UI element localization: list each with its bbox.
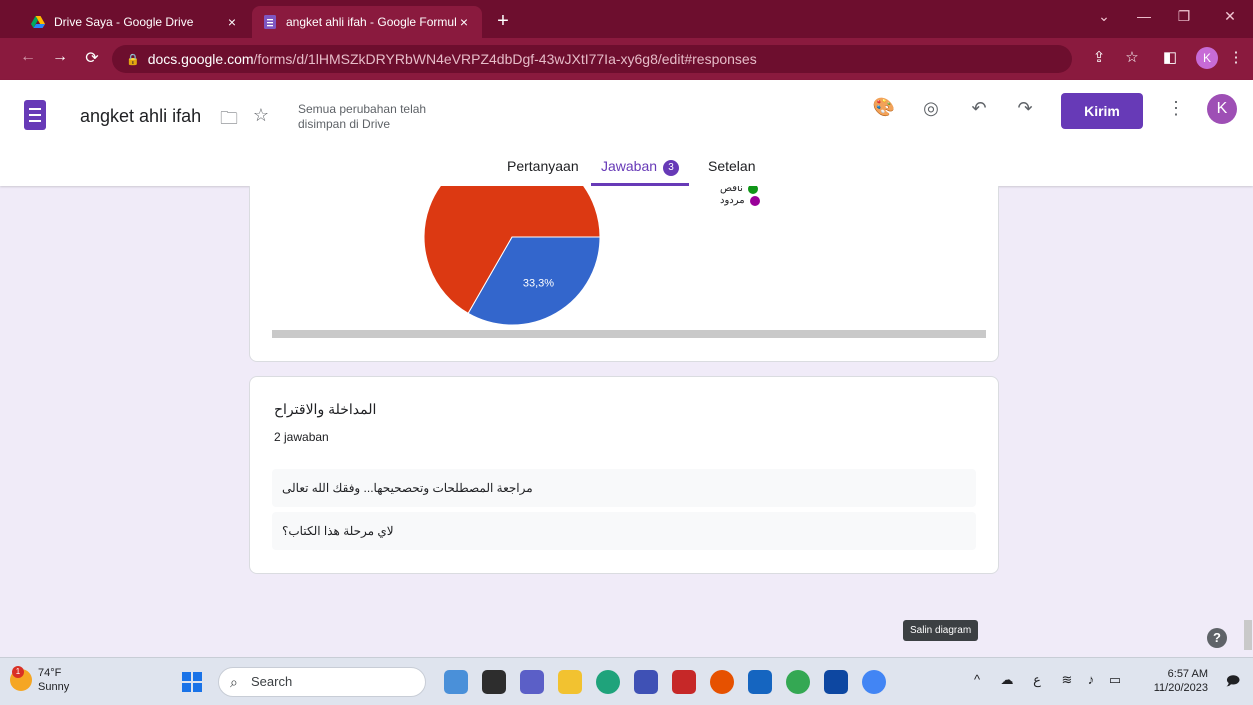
redo-icon[interactable]: ↷ — [1012, 98, 1038, 119]
clock-time: 6:57 AM — [1167, 668, 1208, 680]
tab-search-icon[interactable]: ⌄ — [1084, 8, 1124, 25]
file-explorer-icon[interactable] — [558, 670, 582, 694]
show-hidden-icons-icon[interactable]: ^ — [966, 672, 988, 687]
taskbar-search[interactable]: ⌕ Search — [218, 667, 426, 697]
more-options-icon[interactable]: ⋮ — [1163, 98, 1189, 119]
profile-avatar[interactable]: K — [1196, 47, 1218, 69]
side-panel-icon[interactable]: ◧ — [1158, 48, 1182, 66]
reload-icon[interactable]: ⟳ — [80, 48, 104, 68]
app-icon[interactable] — [634, 670, 658, 694]
more-menu-icon[interactable]: ⋮ — [1224, 48, 1248, 66]
chat-icon[interactable] — [520, 670, 544, 694]
windows-start-icon[interactable] — [182, 672, 202, 692]
weather-widget[interactable]: 74°F Sunny — [38, 666, 69, 694]
help-icon[interactable]: ? — [1207, 628, 1227, 648]
lock-icon: 🔒 — [126, 53, 140, 66]
response-count: 2 jawaban — [274, 430, 329, 444]
preview-eye-icon[interactable]: ◎ — [918, 98, 944, 119]
save-status: Semua perubahan telah disimpan di Drive — [298, 102, 427, 131]
pie-slice-label: 33,3% — [523, 278, 554, 290]
forward-icon[interactable]: → — [48, 48, 72, 66]
tab-responses-label: Jawaban — [601, 158, 658, 174]
forms-logo-icon[interactable] — [24, 100, 46, 130]
notifications-icon[interactable]: 🗩 — [1222, 672, 1244, 694]
tab-settings[interactable]: Setelan — [708, 158, 755, 186]
minimize-icon[interactable]: — — [1124, 8, 1164, 24]
copy-chart-tooltip: Salin diagram — [903, 620, 979, 641]
close-window-icon[interactable]: ✕ — [1210, 8, 1250, 25]
mcafee-icon[interactable] — [672, 670, 696, 694]
document-title[interactable]: angket ahli ifah — [80, 106, 201, 127]
chrome-icon[interactable] — [786, 670, 810, 694]
clock-date: 11/20/2023 — [1153, 682, 1208, 694]
vertical-scrollbar[interactable] — [1244, 620, 1252, 650]
responses-count-badge: 3 — [663, 160, 680, 176]
pie-chart[interactable]: 33,3% — [400, 186, 640, 337]
forms-icon — [262, 14, 278, 30]
edge-icon[interactable] — [596, 670, 620, 694]
tab-questions[interactable]: Pertanyaan — [507, 158, 579, 186]
answer-row: لاي مرحلة هذا الكتاب؟ — [272, 512, 976, 550]
address-toolbar: ← → ⟳ 🔒 docs.google.com/forms/d/1lHMSZkD… — [0, 38, 1253, 80]
palette-icon[interactable]: 🎨 — [871, 97, 897, 118]
onedrive-icon[interactable]: ☁ — [996, 672, 1018, 688]
legend-swatch — [749, 195, 760, 206]
star-icon[interactable]: ☆ — [248, 105, 274, 126]
browser-icon[interactable] — [710, 670, 734, 694]
drive-icon — [30, 14, 46, 30]
windows-taskbar: 1 74°F Sunny ⌕ Search ^ ☁ ع ≋ ♪ ▭ 6:57 A… — [0, 657, 1253, 705]
address-bar[interactable]: 🔒 docs.google.com/forms/d/1lHMSZkDRYRbWN… — [112, 45, 1072, 73]
url-host: docs.google.com — [147, 51, 254, 67]
tab-google-drive[interactable]: Drive Saya - Google Drive × — [20, 6, 250, 38]
back-icon[interactable]: ← — [16, 48, 40, 66]
forms-header: angket ahli ifah 🗀 ☆ Semua perubahan tel… — [0, 80, 1253, 186]
temperature: 74°F — [38, 667, 62, 679]
legend-item: مردود — [720, 195, 760, 206]
form-tabs: Pertanyaan Jawaban 3 Setelan — [0, 152, 1253, 186]
restore-icon[interactable]: ❐ — [1164, 8, 1204, 25]
tab-title: angket ahli ifah - Google Formul — [286, 15, 456, 29]
word-icon[interactable] — [748, 670, 772, 694]
legend-label: ناقص — [720, 186, 743, 194]
weather-condition: Sunny — [38, 681, 70, 693]
volume-icon[interactable]: ♪ — [1080, 672, 1102, 687]
bookmark-star-icon[interactable]: ☆ — [1120, 48, 1144, 66]
url-path: /forms/d/1lHMSZkDRYRbWN4eVRPZ4dbDgf-43wJ… — [253, 51, 757, 67]
browser-tab-bar: Drive Saya - Google Drive × angket ahli … — [0, 0, 1253, 38]
input-language-indicator[interactable]: ع — [1026, 672, 1048, 688]
send-button[interactable]: Kirim — [1061, 93, 1143, 129]
tab-google-forms[interactable]: angket ahli ifah - Google Formul × — [252, 6, 482, 38]
search-icon: ⌕ — [230, 674, 238, 690]
folder-icon[interactable]: 🗀 — [216, 106, 242, 136]
system-clock[interactable]: 6:57 AM 11/20/2023 — [1150, 667, 1208, 695]
notification-badge: 1 — [12, 666, 24, 678]
undo-icon[interactable]: ↶ — [966, 98, 992, 119]
legend-swatch — [747, 186, 758, 194]
app-preview-icon[interactable] — [444, 670, 468, 694]
wifi-icon[interactable]: ≋ — [1056, 672, 1078, 688]
legend-label: مردود — [720, 195, 745, 206]
close-tab-icon[interactable]: × — [224, 14, 240, 30]
chart-card: 33,3% ولةناقصمردود — [249, 186, 999, 362]
question-title: المداخلة والاقتراح — [274, 401, 377, 417]
battery-icon[interactable]: ▭ — [1104, 672, 1126, 688]
close-tab-icon[interactable]: × — [456, 14, 472, 30]
photos-icon[interactable] — [824, 670, 848, 694]
tab-title: Drive Saya - Google Drive — [54, 15, 194, 29]
chrome-profile-icon[interactable] — [862, 670, 886, 694]
user-avatar[interactable]: K — [1207, 94, 1237, 124]
answer-row: مراجعة المصطلحات وتحصحيحها... وفقك الله … — [272, 469, 976, 507]
new-tab-button[interactable]: + — [490, 8, 516, 34]
horizontal-scrollbar[interactable] — [272, 330, 986, 338]
task-view-icon[interactable] — [482, 670, 506, 694]
search-placeholder: Search — [251, 674, 293, 689]
share-icon[interactable]: ⇪ — [1087, 48, 1111, 66]
tab-responses[interactable]: Jawaban 3 — [591, 158, 690, 186]
question-card: المداخلة والاقتراح 2 jawaban مراجعة المص… — [249, 376, 999, 574]
responses-content: 33,3% ولةناقصمردود المداخلة والاقتراح 2 … — [0, 186, 1253, 646]
legend-item: ناقص — [720, 186, 758, 194]
